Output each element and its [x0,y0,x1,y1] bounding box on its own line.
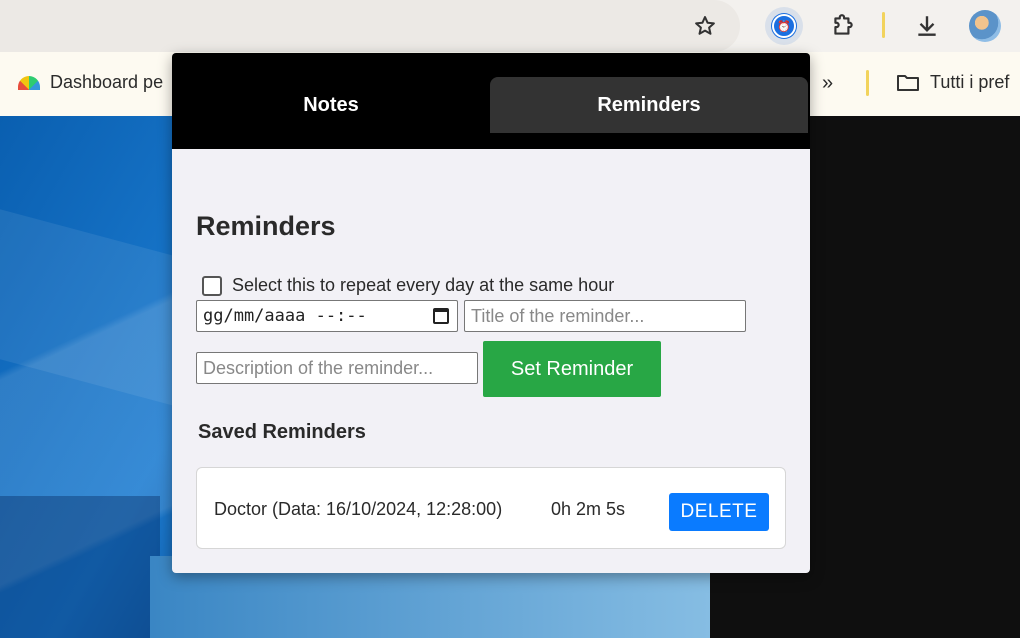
profile-avatar[interactable] [966,7,1004,45]
bookmark-star-icon[interactable] [686,7,724,45]
datetime-input[interactable]: gg/mm/aaaa --:-- [196,300,458,332]
reminder-extension-icon[interactable]: ⏰ [765,7,803,45]
repeat-label: Select this to repeat every day at the s… [232,275,615,295]
list-item: Doctor (Data: 16/10/2024, 12:28:00) 0h 2… [196,467,786,549]
description-placeholder: Description of the reminder... [203,357,434,378]
bookmark-folder-label: Tutti i pref [930,72,1010,92]
delete-button[interactable]: DELETE [669,493,769,531]
title-placeholder: Title of the reminder... [471,305,645,326]
tab-notes[interactable]: Notes [172,77,490,133]
calendar-icon[interactable] [433,308,449,324]
bookmark-label: Dashboard pe [50,72,164,92]
saved-reminders-heading: Saved Reminders [198,421,366,443]
reminder-countdown: 0h 2m 5s [551,499,626,519]
tab-reminders[interactable]: Reminders [490,77,808,133]
reminder-title-input[interactable]: Title of the reminder... [464,300,746,332]
toolbar-divider [882,12,885,38]
address-bar[interactable] [0,0,740,52]
bookmark-dashboard[interactable]: Dashboard pe [18,72,163,93]
chevrons-right-icon: » [822,72,834,94]
reminder-description-input[interactable]: Description of the reminder... [196,352,478,384]
set-reminder-button[interactable]: Set Reminder [483,341,661,397]
bookmark-folder-all[interactable]: Tutti i pref [896,72,1009,93]
extension-popup: Notes Reminders Reminders Select this to… [172,53,810,573]
tab-bar: Notes Reminders [172,53,810,149]
reminder-text: Doctor (Data: 16/10/2024, 12:28:00) [214,499,503,519]
rainbow-icon [18,75,40,90]
bookmarks-divider [866,70,869,96]
page-title: Reminders [196,211,336,241]
datetime-placeholder: gg/mm/aaaa --:-- [203,306,367,326]
repeat-checkbox[interactable] [202,275,222,296]
extension-badge: ⏰ [772,14,796,38]
bookmarks-overflow-button[interactable]: » [822,72,833,95]
browser-toolbar: ⏰ [0,0,1020,52]
folder-icon [897,74,919,91]
wallpaper-facet [0,209,200,413]
downloads-icon[interactable] [908,7,946,45]
avatar [969,10,1001,42]
extensions-puzzle-icon[interactable] [824,7,862,45]
wallpaper-facet [0,496,160,638]
repeat-option: Select this to repeat every day at the s… [202,275,614,296]
